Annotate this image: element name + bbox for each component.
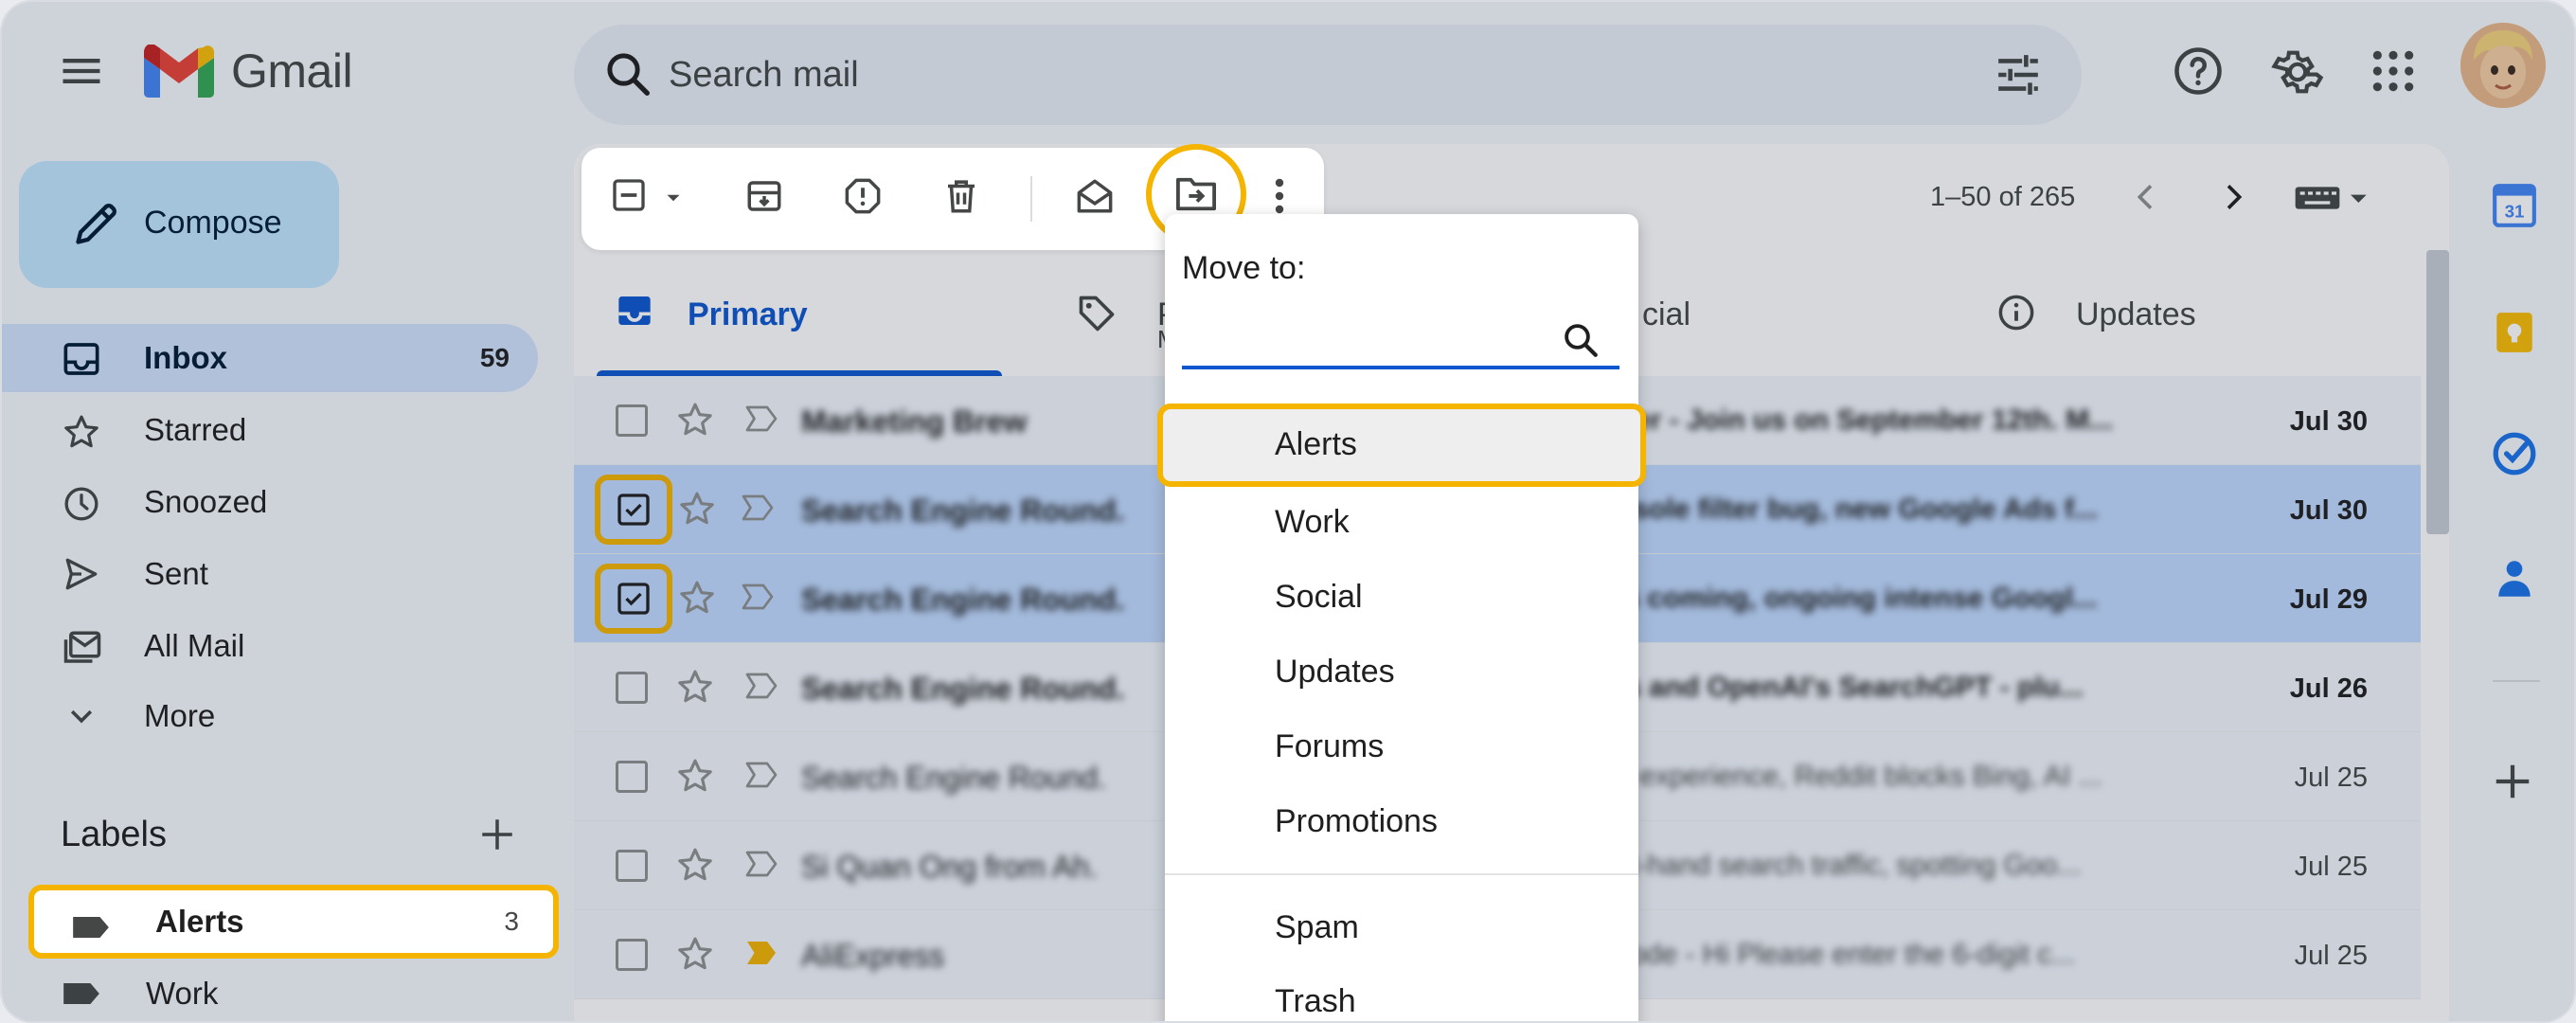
move-to-option-trash[interactable]: Trash <box>1165 962 1638 1021</box>
label-tag-icon <box>70 913 112 942</box>
menu-item-label: Trash <box>1275 983 1356 1019</box>
menu-divider <box>1165 873 1638 875</box>
move-to-option-updates[interactable]: Updates <box>1165 633 1638 709</box>
indeterminate-checkbox-icon <box>613 179 645 211</box>
move-to-menu: Move to: Alerts Work Social Updates Foru… <box>1157 214 1646 1021</box>
menu-item-label: Alerts <box>1275 426 1357 462</box>
menu-item-label: Promotions <box>1275 803 1438 839</box>
menu-item-label: Spam <box>1275 909 1359 945</box>
move-to-search-input[interactable] <box>1182 318 1542 360</box>
label-name: Alerts <box>155 904 244 939</box>
move-to-option-forums[interactable]: Forums <box>1165 708 1638 783</box>
menu-item-label: Updates <box>1275 654 1395 690</box>
sidebar-label-alerts[interactable]: Alerts 3 <box>28 885 559 959</box>
move-to-option-promotions[interactable]: Promotions <box>1165 782 1638 858</box>
move-to-folder-icon <box>1175 177 1216 211</box>
toolbar-divider <box>1030 176 1032 222</box>
move-to-option-alerts[interactable]: Alerts <box>1157 404 1646 487</box>
move-to-option-work[interactable]: Work <box>1165 483 1638 559</box>
move-to-option-spam[interactable]: Spam <box>1165 888 1638 964</box>
menu-item-label: Forums <box>1275 728 1385 764</box>
archive-icon[interactable] <box>744 176 784 216</box>
report-spam-icon[interactable] <box>843 176 883 216</box>
select-options-caret-icon[interactable] <box>661 186 686 210</box>
mark-as-read-icon[interactable] <box>1074 176 1116 216</box>
search-icon <box>1561 320 1601 360</box>
delete-trash-icon[interactable] <box>941 176 981 216</box>
move-to-title: Move to: <box>1182 250 1306 286</box>
move-to-search-field[interactable] <box>1182 309 1619 369</box>
move-to-option-social[interactable]: Social <box>1165 558 1638 634</box>
menu-item-label: Work <box>1275 504 1350 540</box>
select-all-checkbox[interactable] <box>610 176 648 214</box>
menu-item-label: Social <box>1275 579 1363 615</box>
more-options-kebab-icon[interactable] <box>1273 176 1286 216</box>
label-count: 3 <box>504 906 519 936</box>
gmail-window: Gmail Compose <box>0 0 2576 1023</box>
